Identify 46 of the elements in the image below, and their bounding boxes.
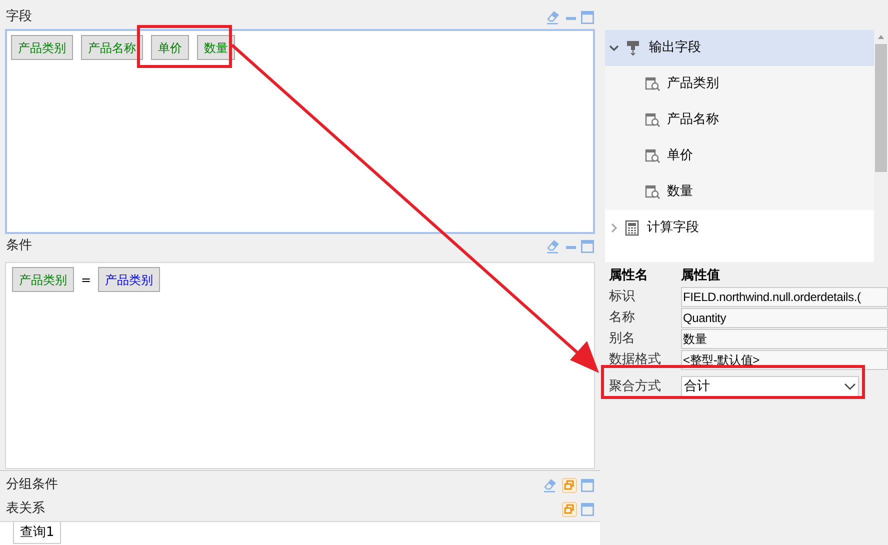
query-tab[interactable]: 查询1 [13, 522, 62, 544]
field-chip[interactable]: 产品名称 [81, 35, 143, 60]
chevron-down-icon[interactable] [609, 43, 619, 53]
eraser-icon[interactable] [542, 477, 558, 493]
panel-title: 分组条件 [6, 476, 58, 494]
property-name: 标识 [608, 288, 636, 306]
restore-icon[interactable] [562, 502, 577, 516]
chevron-down-icon [844, 383, 856, 391]
field-chip[interactable]: 产品类别 [98, 267, 160, 292]
panel-title: 字段 [6, 8, 32, 26]
operator-text: = [80, 272, 92, 288]
restore-icon[interactable] [562, 478, 577, 492]
chevron-right-icon[interactable] [609, 223, 619, 233]
field-chip[interactable]: 数量 [197, 35, 235, 60]
column-header: 属性值 [681, 267, 720, 286]
calculator-icon [625, 220, 639, 236]
field-chip[interactable]: 产品类别 [12, 267, 74, 292]
maximize-icon[interactable] [581, 240, 594, 252]
field-search-icon [645, 148, 661, 164]
tree-node[interactable]: 输出字段 [605, 30, 874, 66]
aggregation-select[interactable]: 合计 [681, 376, 859, 398]
property-name: 别名 [608, 330, 636, 348]
field-chip[interactable]: 产品类别 [11, 35, 73, 60]
eraser-icon[interactable] [545, 9, 561, 25]
field-search-icon [645, 76, 661, 92]
pin-icon [625, 40, 641, 56]
maximize-icon[interactable] [581, 478, 594, 492]
tree-leaf[interactable]: 数量 [605, 174, 874, 210]
tree-leaf[interactable]: 产品类别 [605, 66, 874, 102]
panel-title: 条件 [6, 237, 32, 256]
maximize-icon[interactable] [581, 502, 594, 516]
property-value[interactable]: Quantity [681, 308, 888, 328]
property-name: 名称 [608, 309, 636, 328]
maximize-icon[interactable] [581, 10, 594, 24]
eraser-icon[interactable] [545, 238, 561, 254]
property-name: 聚合方式 [608, 378, 662, 396]
property-value[interactable]: 数量 [681, 329, 888, 349]
field-chip[interactable]: 单价 [151, 35, 189, 60]
tree-leaf[interactable]: 单价 [605, 138, 874, 174]
field-search-icon [645, 184, 661, 200]
panel-title: 表关系 [6, 500, 45, 518]
property-name: 数据格式 [608, 351, 662, 370]
field-search-icon [645, 112, 661, 128]
tree-leaf[interactable]: 产品名称 [605, 102, 874, 138]
column-header: 属性名 [608, 267, 649, 286]
property-value[interactable]: FIELD.northwind.null.orderdetails.( [681, 287, 888, 307]
